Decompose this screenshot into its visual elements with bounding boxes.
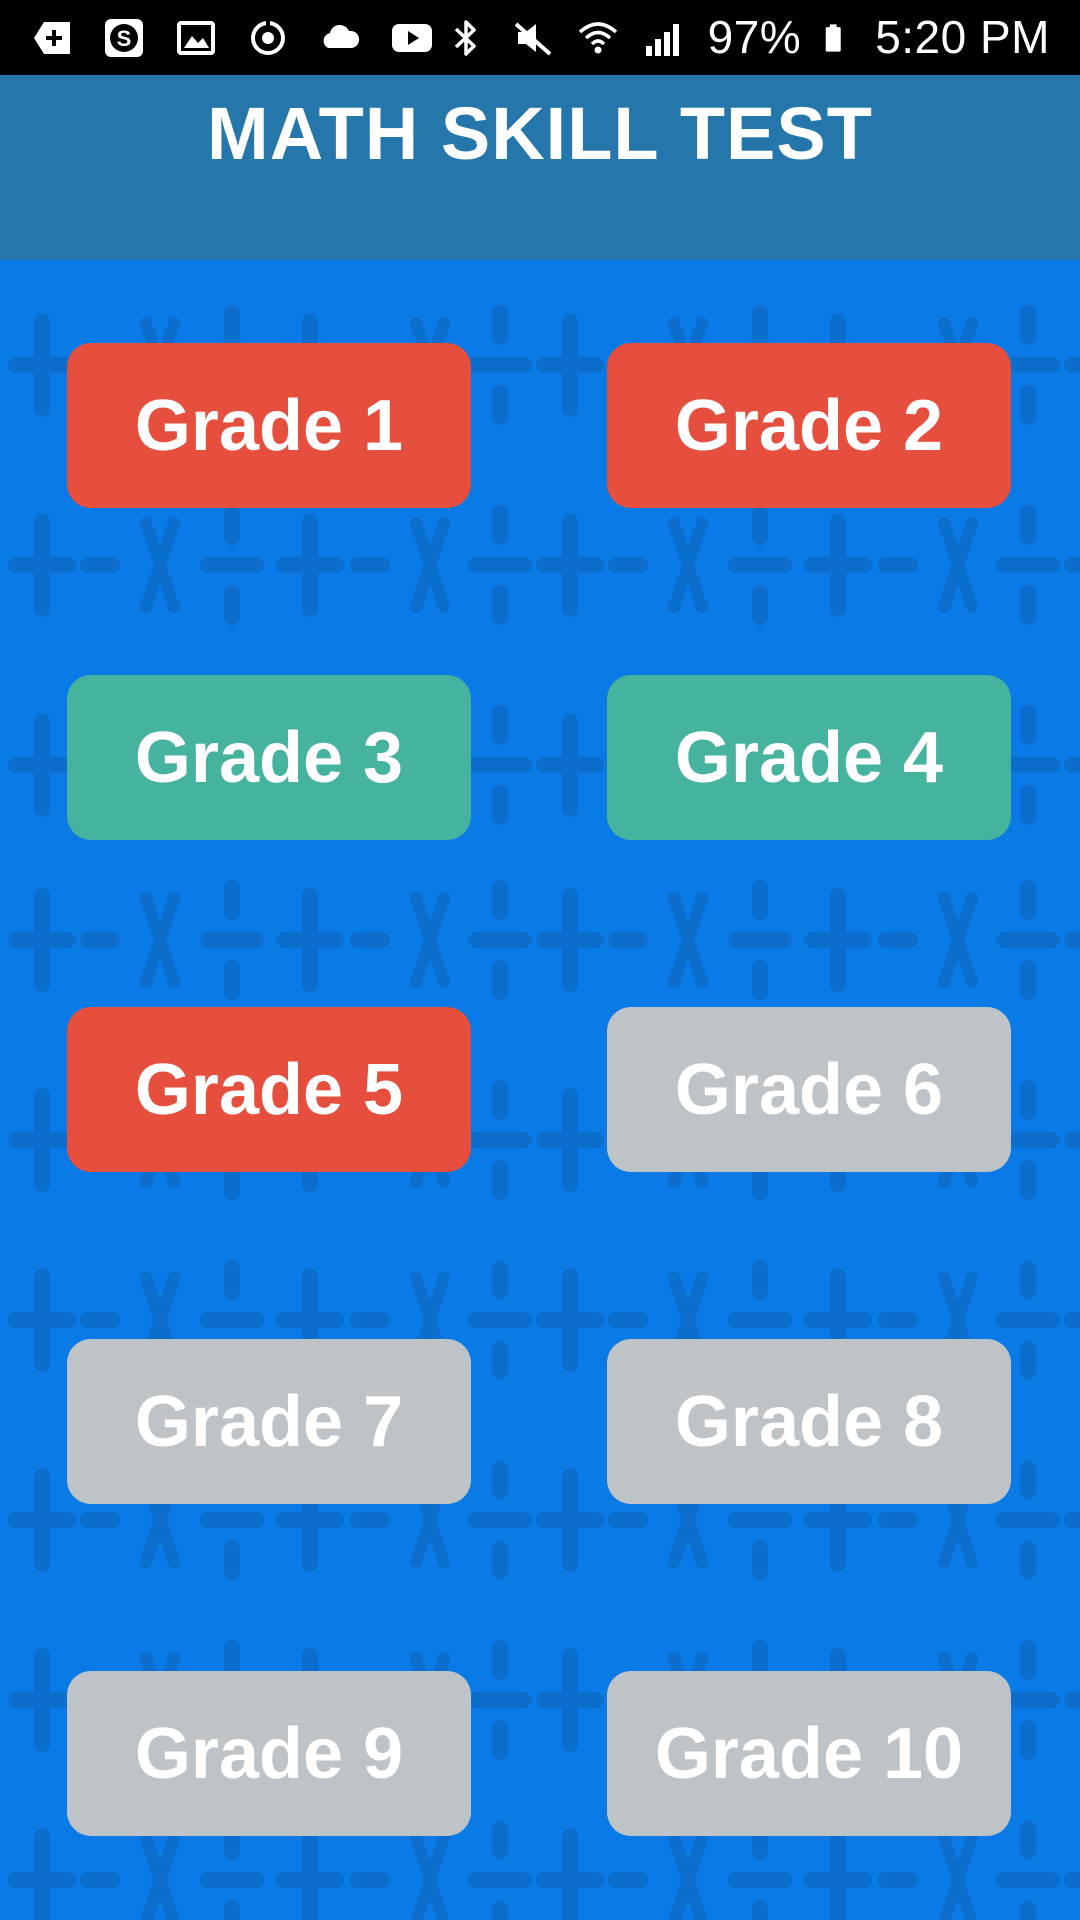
pattern-shape: [752, 1900, 768, 1920]
grade-2-button[interactable]: Grade 2: [607, 343, 1011, 508]
pattern-shape: [492, 1900, 508, 1920]
wifi-icon: [578, 21, 617, 53]
pattern-shape: [1020, 960, 1036, 1000]
pattern-shape: [752, 305, 768, 345]
grade-7-button[interactable]: Grade 7: [67, 1339, 471, 1504]
add-icon: [34, 21, 70, 54]
signal-icon: [645, 23, 679, 56]
page-title: MATH SKILL TEST: [207, 92, 873, 175]
mute-icon: [514, 22, 551, 55]
grade-6-button[interactable]: Grade 6: [607, 1007, 1011, 1172]
app-header: MATH SKILL TEST: [0, 75, 1080, 260]
grade-button-label: Grade 4: [674, 717, 944, 798]
pattern-shape: [1020, 1640, 1036, 1680]
s-app-icon: S: [105, 18, 143, 57]
pattern-shape: [224, 1540, 240, 1580]
grade-button-label: Grade 10: [654, 1713, 964, 1794]
pattern-shape: [1020, 1900, 1036, 1920]
pattern-shape: [1020, 1460, 1036, 1500]
pattern-shape: [492, 960, 508, 1000]
grade-button-label: Grade 3: [134, 717, 404, 798]
pattern-shape: [224, 585, 240, 625]
pattern-shape: [492, 505, 508, 545]
pattern-shape: [1020, 1340, 1036, 1380]
svg-text:S: S: [117, 26, 132, 51]
pattern-shape: [224, 505, 240, 545]
pattern-shape: [492, 1720, 508, 1760]
pattern-shape: [1020, 1260, 1036, 1300]
status-bar: S 97% 5:20 PM: [0, 0, 1080, 75]
grade-button-label: Grade 2: [674, 385, 944, 466]
system-icons: 97% 5:20 PM: [444, 0, 1050, 75]
pattern-shape: [492, 1820, 508, 1860]
image-icon: [177, 20, 215, 55]
pattern-shape: [752, 505, 768, 545]
grade-4-button[interactable]: Grade 4: [607, 675, 1011, 840]
pattern-shape: [492, 1460, 508, 1500]
grade-button-label: Grade 9: [134, 1713, 404, 1794]
grade-5-button[interactable]: Grade 5: [67, 1007, 471, 1172]
pattern-shape: [492, 305, 508, 345]
pattern-shape: [224, 960, 240, 1000]
grade-10-button[interactable]: Grade 10: [607, 1671, 1011, 1836]
pattern-shape: [492, 1160, 508, 1200]
grade-button-label: Grade 1: [134, 385, 404, 466]
pattern-shape: [492, 585, 508, 625]
pattern-shape: [1020, 1720, 1036, 1760]
pattern-shape: [1020, 385, 1036, 425]
pattern-shape: [224, 305, 240, 345]
grade-button-label: Grade 5: [134, 1049, 404, 1130]
grade-8-button[interactable]: Grade 8: [607, 1339, 1011, 1504]
pattern-shape: [1020, 1080, 1036, 1120]
pattern-shape: [492, 785, 508, 825]
pattern-shape: [224, 1260, 240, 1300]
youtube-icon: [392, 23, 432, 52]
pattern-shape: [492, 1080, 508, 1120]
pattern-shape: [224, 880, 240, 920]
pattern-shape: [492, 880, 508, 920]
grade-button-label: Grade 7: [134, 1381, 404, 1462]
pattern-shape: [752, 585, 768, 625]
pattern-shape: [1020, 585, 1036, 625]
battery-percentage: 97%: [707, 11, 802, 63]
grade-button-label: Grade 6: [674, 1049, 944, 1130]
pattern-shape: [492, 1540, 508, 1580]
pattern-shape: [1020, 1820, 1036, 1860]
bluetooth-icon: [454, 19, 476, 56]
pattern-shape: [752, 880, 768, 920]
pattern-shape: [224, 1900, 240, 1920]
pattern-shape: [1020, 505, 1036, 545]
sync-icon: [251, 17, 285, 55]
cloud-icon: [323, 24, 360, 48]
battery-icon: [825, 23, 841, 52]
pattern-shape: [1020, 785, 1036, 825]
screen: S 97% 5:20 PM MATH SKILL TEST Grade 1 Gr…: [0, 0, 1080, 1920]
grade-1-button[interactable]: Grade 1: [67, 343, 471, 508]
notification-icons: S: [30, 0, 434, 75]
pattern-shape: [1020, 1540, 1036, 1580]
pattern-shape: [1020, 1160, 1036, 1200]
pattern-shape: [752, 1260, 768, 1300]
grade-button-label: Grade 8: [674, 1381, 944, 1462]
grade-selection-area: Grade 1 Grade 2 Grade 3 Grade 4 Grade 5 Grade…: [0, 260, 1080, 1920]
pattern-shape: [752, 960, 768, 1000]
pattern-shape: [492, 1340, 508, 1380]
pattern-shape: [1020, 705, 1036, 745]
pattern-shape: [492, 385, 508, 425]
pattern-shape: [492, 1260, 508, 1300]
clock: 5:20 PM: [875, 11, 1050, 63]
pattern-shape: [1020, 880, 1036, 920]
grade-3-button[interactable]: Grade 3: [67, 675, 471, 840]
pattern-shape: [1020, 305, 1036, 345]
pattern-shape: [492, 1640, 508, 1680]
pattern-shape: [492, 705, 508, 745]
grade-9-button[interactable]: Grade 9: [67, 1671, 471, 1836]
pattern-shape: [752, 1540, 768, 1580]
